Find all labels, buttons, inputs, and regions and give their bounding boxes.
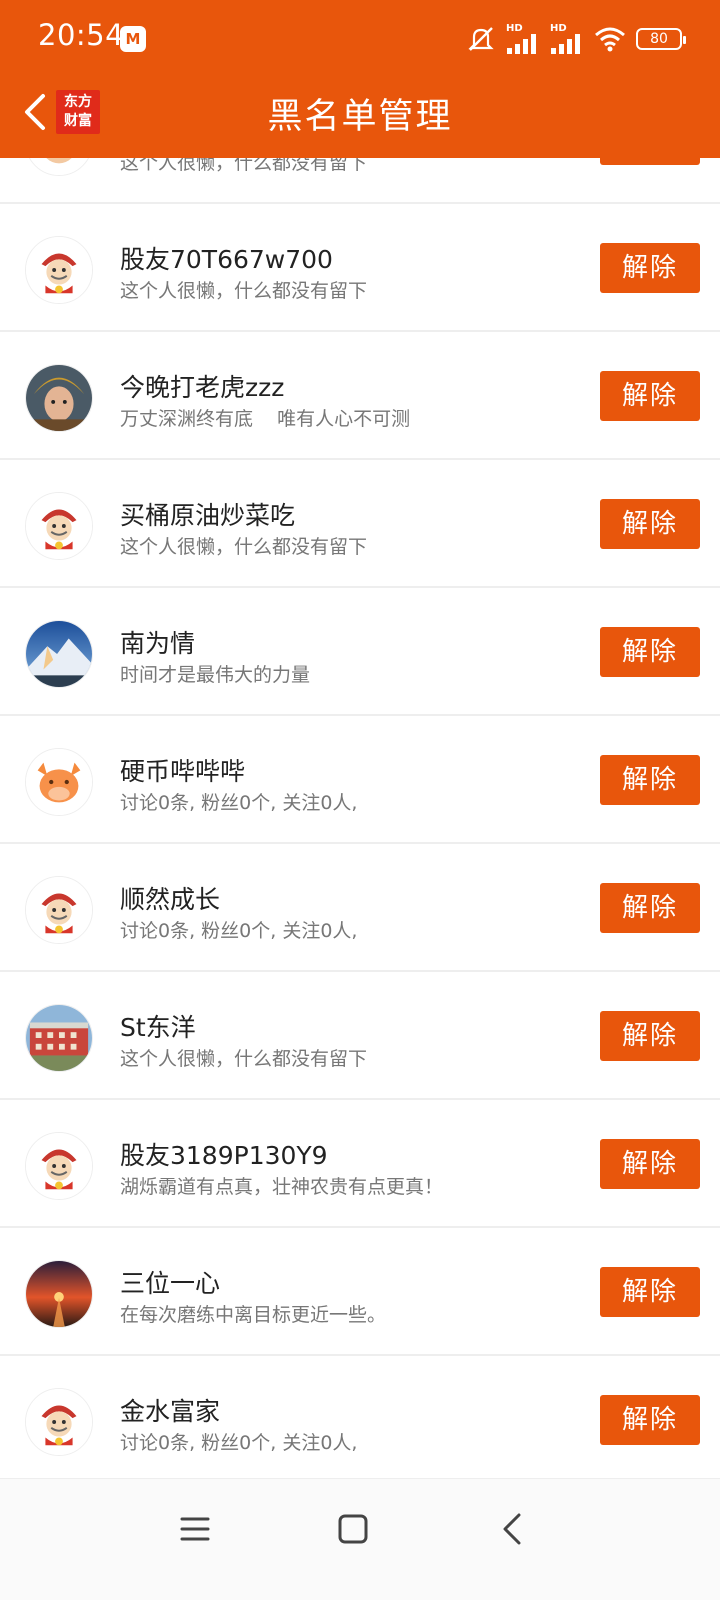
avatar[interactable] (25, 1260, 93, 1328)
avatar[interactable] (25, 1132, 93, 1200)
list-item: 股友3189P130Y9 湖烁霸道有点真，壮神农贵有点更真！ 解除 (0, 1100, 720, 1228)
user-signature: 这个人很懒，什么都没有留下 (120, 1048, 368, 1070)
user-name: 今晚打老虎zzz (120, 373, 285, 402)
avatar[interactable] (25, 236, 93, 304)
menu-icon (180, 1517, 210, 1541)
avatar[interactable] (25, 364, 93, 432)
list-item: 金水富家 讨论0条, 粉丝0个, 关注0人, 解除 (0, 1356, 720, 1484)
page-title: 黑名单管理 (267, 97, 453, 137)
battery-icon: 80 (636, 28, 686, 50)
unblock-button[interactable]: 解除 (600, 883, 700, 933)
user-signature: 这个人很懒，什么都没有留下 (120, 280, 368, 302)
user-signature: 时间才是最伟大的力量 (120, 664, 311, 686)
user-name: 南为情 (120, 629, 196, 658)
user-name: 金水富家 (120, 1397, 221, 1426)
recents-button[interactable] (175, 1509, 215, 1549)
list-item: 南为情 时间才是最伟大的力量 解除 (0, 588, 720, 716)
status-time: 20:54 (38, 18, 125, 52)
list-item: 买桶原油炒菜吃 这个人很懒，什么都没有留下 解除 (0, 460, 720, 588)
avatar[interactable] (25, 492, 93, 560)
user-name: 硬币哔哔哔 (120, 757, 246, 786)
unblock-button[interactable]: 解除 (600, 371, 700, 421)
home-button[interactable] (333, 1509, 373, 1549)
unblock-button[interactable]: 解除 (600, 755, 700, 805)
user-signature: 讨论0条, 粉丝0个, 关注0人, (120, 792, 358, 814)
unblock-button[interactable]: 解除 (600, 1011, 700, 1061)
signal-1-group: HD (506, 24, 540, 54)
hd-label-1: HD (506, 23, 523, 34)
user-name: 股友70T667w700 (120, 245, 333, 274)
avatar[interactable] (25, 1388, 93, 1456)
unblock-button[interactable]: 解除 (600, 1267, 700, 1317)
signal-icon (551, 34, 580, 54)
hd-label-2: HD (550, 23, 567, 34)
unblock-button[interactable]: 解除 (600, 499, 700, 549)
list-item: 硬币哔哔哔 讨论0条, 粉丝0个, 关注0人, 解除 (0, 716, 720, 844)
user-signature: 万丈深渊终有底 唯有人心不可测 (120, 408, 411, 430)
user-name: 三位一心 (120, 1269, 221, 1298)
list-item: 股友70T667w700 这个人很懒，什么都没有留下 解除 (0, 204, 720, 332)
user-signature: 讨论0条, 粉丝0个, 关注0人, (120, 1432, 358, 1454)
unblock-button[interactable]: 解除 (600, 1139, 700, 1189)
back-chevron-icon (503, 1513, 521, 1545)
list-item: St东洋 这个人很懒，什么都没有留下 解除 (0, 972, 720, 1100)
nav-bar: 东方 财富 黑名单管理 (0, 76, 720, 158)
list-item: 三位一心 在每次磨练中离目标更近一些。 解除 (0, 1228, 720, 1356)
user-name: 顺然成长 (120, 885, 221, 914)
app-notification-icon: M (120, 26, 146, 52)
user-signature: 这个人很懒，什么都没有留下 (120, 536, 368, 558)
system-back-button[interactable] (492, 1509, 532, 1549)
unblock-button[interactable]: 解除 (600, 627, 700, 677)
signal-icon (507, 34, 536, 54)
battery-level: 80 (650, 31, 668, 47)
avatar[interactable] (25, 748, 93, 816)
home-square-icon (338, 1514, 368, 1544)
user-name: 股友3189P130Y9 (120, 1141, 328, 1170)
unblock-button[interactable]: 解除 (600, 1395, 700, 1445)
system-nav-bar (0, 1478, 720, 1600)
wifi-icon (595, 27, 625, 52)
blacklist-list: 这个人很懒，什么都没有留下 解除 股友70T667w700 这个人很懒，什么都没… (0, 76, 720, 1484)
user-name: St东洋 (120, 1013, 196, 1042)
avatar[interactable] (25, 876, 93, 944)
unblock-button[interactable]: 解除 (600, 243, 700, 293)
user-name: 买桶原油炒菜吃 (120, 501, 296, 530)
list-item: 顺然成长 讨论0条, 粉丝0个, 关注0人, 解除 (0, 844, 720, 972)
avatar[interactable] (25, 620, 93, 688)
status-icons: HD HD 80 (466, 20, 686, 58)
signal-2-group: HD (550, 24, 584, 54)
status-bar: 20:54 M HD HD 80 (0, 0, 720, 76)
header: 20:54 M HD HD 80 东方 财富 黑名单管理 (0, 0, 720, 158)
user-signature: 在每次磨练中离目标更近一些。 (120, 1304, 387, 1326)
user-signature: 湖烁霸道有点真，壮神农贵有点更真！ (120, 1176, 444, 1198)
user-signature: 讨论0条, 粉丝0个, 关注0人, (120, 920, 358, 942)
avatar[interactable] (25, 1004, 93, 1072)
list-item: 今晚打老虎zzz 万丈深渊终有底 唯有人心不可测 解除 (0, 332, 720, 460)
mute-icon (468, 27, 494, 51)
